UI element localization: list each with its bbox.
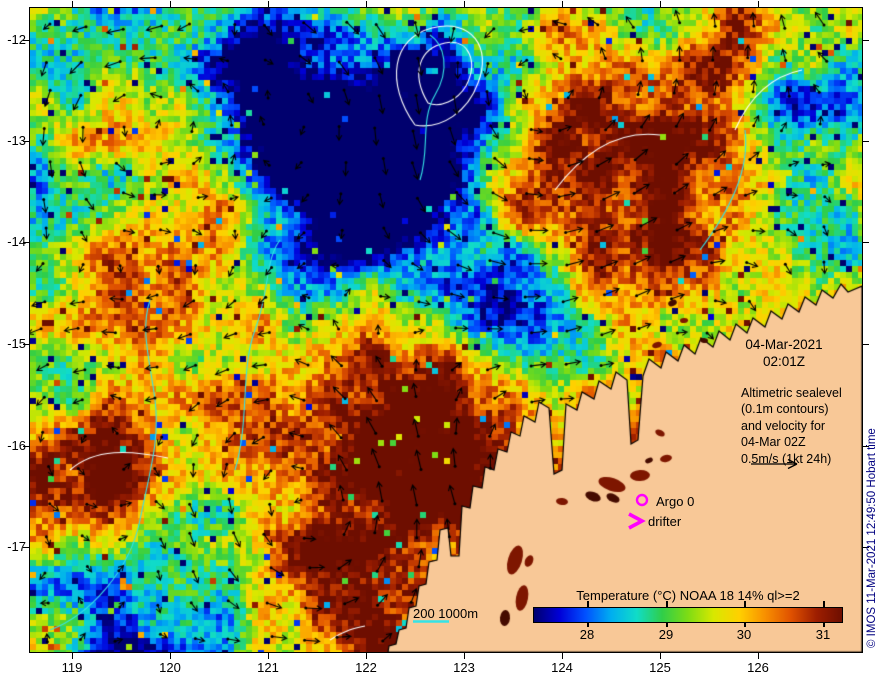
x-axis-label: 121 bbox=[257, 660, 279, 675]
map-frame bbox=[29, 7, 863, 653]
y-axis-tick bbox=[862, 40, 869, 41]
credit-vertical-text: © IMOS 11-Mar-2021 12:49:50 Hobart time bbox=[866, 428, 878, 648]
x-axis-tick bbox=[366, 1, 367, 8]
y-axis-tick bbox=[862, 344, 869, 345]
datetime-line1: 04-Mar-2021 bbox=[745, 337, 823, 352]
x-axis-label: 122 bbox=[355, 660, 377, 675]
info-line-1: Altimetric sealevel bbox=[741, 386, 842, 400]
bathymetry-legend-label: 200 1000m bbox=[413, 606, 479, 621]
x-axis-label: 124 bbox=[551, 660, 573, 675]
x-axis-tick bbox=[660, 652, 661, 659]
x-axis-tick bbox=[758, 1, 759, 8]
x-axis-tick bbox=[268, 652, 269, 659]
y-axis-label: -16 bbox=[7, 438, 26, 453]
y-axis-tick bbox=[862, 141, 869, 142]
x-axis-tick bbox=[464, 1, 465, 8]
y-axis-label: -15 bbox=[7, 336, 26, 351]
x-axis-label: 119 bbox=[61, 660, 83, 675]
x-axis-tick bbox=[366, 652, 367, 659]
imos-ocean-current-plot: 119 120 121 122 123 124 125 126 -12 -13 -14 -15 -16 -… bbox=[0, 0, 880, 680]
x-axis-label: 126 bbox=[747, 660, 769, 675]
datetime-line2: 02:01Z bbox=[762, 354, 806, 369]
x-axis-tick bbox=[268, 1, 269, 8]
x-axis-tick bbox=[562, 652, 563, 659]
x-axis-label: 125 bbox=[649, 660, 671, 675]
x-axis-tick bbox=[758, 652, 759, 659]
y-axis-label: -12 bbox=[7, 32, 26, 47]
y-axis-label: -14 bbox=[7, 234, 26, 249]
x-axis-tick bbox=[562, 1, 563, 8]
info-line-5: 0.5m/s (1kt 24h) bbox=[741, 452, 832, 466]
argo-label: Argo 0 bbox=[656, 494, 695, 509]
colorbar-title: Temperature (°C) NOAA 18 14% ql>=2 bbox=[576, 588, 800, 603]
x-axis-tick bbox=[170, 1, 171, 8]
colorbar-tick-label: 31 bbox=[815, 627, 831, 642]
colorbar-tick-label: 28 bbox=[579, 627, 595, 642]
y-axis-label: -17 bbox=[7, 539, 26, 554]
colorbar-tick-label: 29 bbox=[658, 627, 674, 642]
info-line-4: 04-Mar 02Z bbox=[741, 435, 806, 449]
y-axis-tick bbox=[862, 242, 869, 243]
x-axis-tick bbox=[72, 1, 73, 8]
drifter-label: drifter bbox=[648, 514, 682, 529]
info-line-3: and velocity for bbox=[741, 419, 826, 433]
x-axis-tick bbox=[464, 652, 465, 659]
colorbar-tick-label: 30 bbox=[736, 627, 752, 642]
x-axis-label: 123 bbox=[453, 660, 475, 675]
y-axis-label: -13 bbox=[7, 133, 26, 148]
x-axis-tick bbox=[72, 652, 73, 659]
x-axis-tick bbox=[660, 1, 661, 8]
info-line-2: (0.1m contours) bbox=[741, 402, 829, 416]
x-axis-tick bbox=[170, 652, 171, 659]
sst-map-canvas bbox=[30, 8, 862, 652]
x-axis-label: 120 bbox=[159, 660, 181, 675]
colorbar-gradient-bar bbox=[533, 607, 843, 623]
